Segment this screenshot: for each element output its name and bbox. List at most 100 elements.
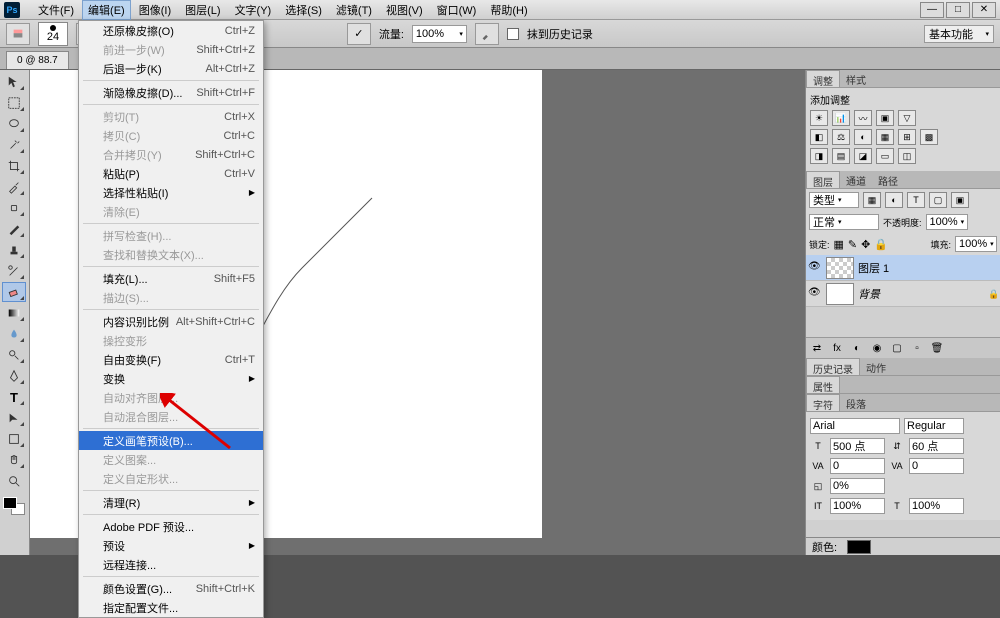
visibility-icon[interactable]: 👁 <box>808 261 822 275</box>
layer-name[interactable]: 图层 1 <box>858 260 889 276</box>
marquee-tool[interactable] <box>2 93 26 113</box>
curves-icon[interactable]: 〰 <box>854 110 872 126</box>
vscale[interactable]: 0% <box>830 478 885 494</box>
edit-menu-item[interactable]: 清理(R)▶ <box>79 493 263 512</box>
fx-icon[interactable]: fx <box>828 340 846 356</box>
bw-icon[interactable]: ◐ <box>854 129 872 145</box>
menu-image[interactable]: 图像(I) <box>133 0 177 20</box>
document-tab[interactable]: 0 @ 88.7 <box>6 51 69 69</box>
menu-window[interactable]: 窗口(W) <box>431 0 483 20</box>
type-tool[interactable]: T <box>2 387 26 407</box>
filter-kind[interactable]: 类型▾ <box>809 192 859 208</box>
stamp-tool[interactable] <box>2 240 26 260</box>
brush-preset[interactable]: 24 <box>38 22 68 46</box>
tab-styles[interactable]: 样式 <box>840 70 872 87</box>
workspace-selector[interactable]: 基本功能▾ <box>924 25 994 43</box>
lock-pos-icon[interactable]: ✥ <box>861 238 870 251</box>
exposure-icon[interactable]: ▣ <box>876 110 894 126</box>
edit-menu-item[interactable]: 渐隐橡皮擦(D)...Shift+Ctrl+F <box>79 83 263 102</box>
photo-icon[interactable]: ▦ <box>876 129 894 145</box>
layer-row-1[interactable]: 👁 图层 1 <box>806 255 1000 281</box>
menu-view[interactable]: 视图(V) <box>380 0 429 20</box>
menu-select[interactable]: 选择(S) <box>279 0 328 20</box>
close-button[interactable]: ✕ <box>972 2 996 18</box>
foreground-color-swatch[interactable] <box>3 497 17 509</box>
poster-icon[interactable]: ▤ <box>832 148 850 164</box>
text-color-swatch[interactable] <box>847 540 871 554</box>
layer-row-bg[interactable]: 👁 背景 🔒 <box>806 281 1000 307</box>
edit-menu-item[interactable]: 选择性粘贴(I)▶ <box>79 183 263 202</box>
menu-filter[interactable]: 滤镜(T) <box>330 0 378 20</box>
edit-menu-item[interactable]: 内容识别比例Alt+Shift+Ctrl+C <box>79 312 263 331</box>
hand-tool[interactable] <box>2 450 26 470</box>
invert-icon[interactable]: ◨ <box>810 148 828 164</box>
tab-paths[interactable]: 路径 <box>872 171 904 188</box>
blend-mode[interactable]: 正常▾ <box>809 214 879 230</box>
edit-menu-item[interactable]: 指定配置文件... <box>79 598 263 617</box>
lock-trans-icon[interactable]: ▦ <box>834 238 844 251</box>
shape-tool[interactable] <box>2 429 26 449</box>
menu-type[interactable]: 文字(Y) <box>229 0 278 20</box>
layer-thumbnail[interactable] <box>826 257 854 279</box>
tab-adjust[interactable]: 调整 <box>806 70 840 87</box>
vibrance-icon[interactable]: ▽ <box>898 110 916 126</box>
layer-thumbnail[interactable] <box>826 283 854 305</box>
edit-menu-item[interactable]: 定义画笔预设(B)... <box>79 431 263 450</box>
edit-menu-item[interactable]: 后退一步(K)Alt+Ctrl+Z <box>79 59 263 78</box>
kerning[interactable]: 0 <box>830 458 885 474</box>
mask-icon[interactable]: ◐ <box>848 340 866 356</box>
edit-menu-item[interactable]: 预设▶ <box>79 536 263 555</box>
tab-character[interactable]: 字符 <box>806 394 840 411</box>
tab-actions[interactable]: 动作 <box>860 358 892 375</box>
heal-tool[interactable] <box>2 198 26 218</box>
pen-tool[interactable] <box>2 366 26 386</box>
dodge-tool[interactable] <box>2 345 26 365</box>
crop-tool[interactable] <box>2 156 26 176</box>
filter-adj-icon[interactable]: ◐ <box>885 192 903 208</box>
tab-properties[interactable]: 属性 <box>806 376 840 393</box>
airbrush-toggle-icon[interactable] <box>475 23 499 45</box>
gradmap-icon[interactable]: ▭ <box>876 148 894 164</box>
edit-menu-item[interactable]: 粘贴(P)Ctrl+V <box>79 164 263 183</box>
filter-pixel-icon[interactable]: ▦ <box>863 192 881 208</box>
selcolor-icon[interactable]: ◫ <box>898 148 916 164</box>
tab-layers[interactable]: 图层 <box>806 171 840 188</box>
layer-name[interactable]: 背景 <box>858 286 880 302</box>
vscale2[interactable]: 100% <box>909 498 964 514</box>
font-size[interactable]: 500 点 <box>830 438 885 454</box>
trash-icon[interactable]: 🗑 <box>928 340 946 356</box>
fill-input[interactable]: 100%▾ <box>955 236 997 252</box>
hue-icon[interactable]: ◧ <box>810 129 828 145</box>
hscale[interactable]: 100% <box>830 498 885 514</box>
zoom-tool[interactable] <box>2 471 26 491</box>
mixer-icon[interactable]: ⊞ <box>898 129 916 145</box>
flow-input[interactable]: 100%▾ <box>412 25 467 43</box>
adjustment-icon[interactable]: ◉ <box>868 340 886 356</box>
menu-layer[interactable]: 图层(L) <box>179 0 226 20</box>
lasso-tool[interactable] <box>2 114 26 134</box>
gradient-tool[interactable] <box>2 303 26 323</box>
link-icon[interactable]: ⇄ <box>808 340 826 356</box>
tab-paragraph[interactable]: 段落 <box>840 394 872 411</box>
tracking[interactable]: 0 <box>909 458 964 474</box>
filter-type-icon[interactable]: T <box>907 192 925 208</box>
filter-smart-icon[interactable]: ▣ <box>951 192 969 208</box>
opacity-input[interactable]: 100%▾ <box>926 214 968 230</box>
airbrush-icon[interactable]: ✓ <box>347 23 371 45</box>
eraser-tool[interactable] <box>2 282 26 302</box>
font-style[interactable]: Regular <box>904 418 964 434</box>
brush-tool[interactable] <box>2 219 26 239</box>
edit-menu-item[interactable]: 颜色设置(G)...Shift+Ctrl+K <box>79 579 263 598</box>
tool-preset-icon[interactable] <box>6 23 30 45</box>
blur-tool[interactable] <box>2 324 26 344</box>
new-layer-icon[interactable]: ▫ <box>908 340 926 356</box>
thresh-icon[interactable]: ◪ <box>854 148 872 164</box>
menu-edit[interactable]: 编辑(E) <box>82 0 131 20</box>
tab-history[interactable]: 历史记录 <box>806 358 860 375</box>
move-tool[interactable] <box>2 72 26 92</box>
bal-icon[interactable]: ⚖ <box>832 129 850 145</box>
group-icon[interactable]: ▢ <box>888 340 906 356</box>
edit-menu-item[interactable]: 还原橡皮擦(O)Ctrl+Z <box>79 21 263 40</box>
menu-help[interactable]: 帮助(H) <box>484 0 533 20</box>
font-family[interactable]: Arial <box>810 418 900 434</box>
